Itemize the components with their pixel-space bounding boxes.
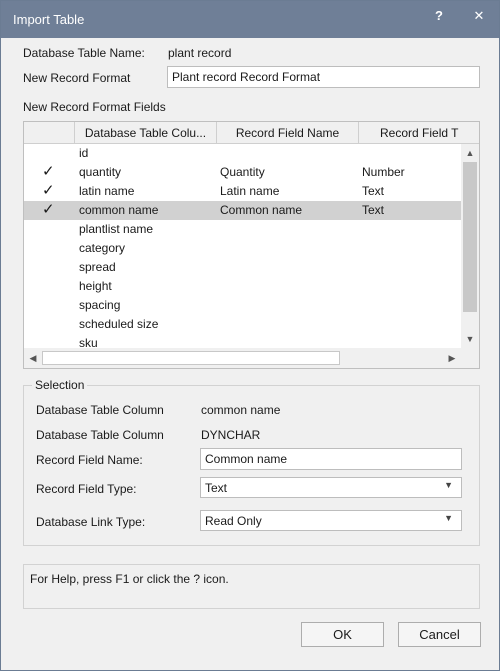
table-row[interactable]: spacing	[24, 296, 461, 315]
scrollbar-corner	[461, 348, 479, 368]
db-column-cell: plantlist name	[79, 222, 154, 236]
db-column-cell: common name	[79, 203, 159, 217]
table-row[interactable]: spread	[24, 258, 461, 277]
record-fields-grid[interactable]: Database Table Colu... Record Field Name…	[23, 121, 480, 369]
field-type-cell: Text	[362, 203, 385, 217]
check-icon[interactable]: ✓	[42, 181, 55, 199]
title-bar: Import Table ? ✕	[1, 1, 499, 38]
horizontal-scroll-thumb[interactable]	[42, 351, 340, 365]
check-icon[interactable]: ✓	[42, 200, 55, 218]
table-row-selected[interactable]: ✓ common name Common name Text	[24, 201, 461, 220]
column-header-db-column[interactable]: Database Table Colu...	[75, 122, 217, 144]
selection-groupbox: Selection Database Table Column common n…	[23, 378, 480, 546]
vertical-scrollbar[interactable]: ▲ ▼	[461, 144, 479, 348]
grid-rows: id ✓ quantity Quantity Number ✓ latin na…	[24, 144, 461, 353]
scroll-up-icon[interactable]: ▲	[461, 144, 479, 162]
record-field-type-value: Text	[205, 481, 228, 495]
field-name-cell: Common name	[220, 203, 303, 217]
table-row[interactable]: scheduled size	[24, 315, 461, 334]
db-column-cell: latin name	[79, 184, 135, 198]
chevron-down-icon: ▼	[444, 513, 453, 523]
db-column-cell: scheduled size	[79, 317, 159, 331]
table-row[interactable]: category	[24, 239, 461, 258]
field-name-cell: Quantity	[220, 165, 265, 179]
field-name-cell: Latin name	[220, 184, 280, 198]
new-record-format-label: New Record Format	[23, 71, 131, 85]
db-link-type-select[interactable]: Read Only ▼	[200, 510, 462, 531]
ok-button[interactable]: OK	[301, 622, 384, 647]
db-column-cell: spread	[79, 260, 116, 274]
db-link-type-value: Read Only	[205, 514, 262, 528]
db-column-cell: spacing	[79, 298, 121, 312]
record-field-type-label: Record Field Type:	[36, 482, 137, 496]
horizontal-scrollbar[interactable]: ◀ ▶	[24, 348, 461, 368]
fields-section-label: New Record Format Fields	[23, 100, 166, 114]
field-type-cell: Text	[362, 184, 385, 198]
record-field-name-label: Record Field Name:	[36, 453, 143, 467]
new-record-format-input[interactable]: Plant record Record Format	[167, 66, 480, 88]
grid-header: Database Table Colu... Record Field Name…	[24, 122, 479, 144]
help-box: For Help, press F1 or click the ? icon.	[23, 564, 480, 609]
import-table-dialog: Import Table ? ✕ Database Table Name: pl…	[0, 0, 500, 671]
vertical-scroll-thumb[interactable]	[463, 162, 477, 312]
table-row[interactable]: height	[24, 277, 461, 296]
db-column-cell: height	[79, 279, 112, 293]
scroll-left-icon[interactable]: ◀	[24, 349, 42, 367]
db-table-name-value: plant record	[168, 46, 232, 60]
db-column-value: common name	[201, 403, 281, 417]
db-column-type-value: DYNCHAR	[201, 428, 261, 442]
scroll-right-icon[interactable]: ▶	[443, 349, 461, 367]
table-row[interactable]: id	[24, 144, 461, 163]
chevron-down-icon: ▼	[444, 480, 453, 490]
table-row[interactable]: plantlist name	[24, 220, 461, 239]
selection-title: Selection	[32, 378, 88, 392]
scroll-down-icon[interactable]: ▼	[461, 330, 479, 348]
db-column-cell: quantity	[79, 165, 122, 179]
grid-header-check-column	[24, 122, 75, 144]
db-link-type-label: Database Link Type:	[36, 515, 146, 529]
table-row[interactable]: ✓ quantity Quantity Number	[24, 163, 461, 182]
db-column-cell: category	[79, 241, 126, 255]
db-table-name-label: Database Table Name:	[23, 46, 145, 60]
window-title: Import Table	[13, 12, 85, 27]
table-row[interactable]: ✓ latin name Latin name Text	[24, 182, 461, 201]
db-column-label: Database Table Column	[36, 403, 164, 417]
help-icon[interactable]: ?	[426, 5, 452, 27]
check-icon[interactable]: ✓	[42, 162, 55, 180]
cancel-button[interactable]: Cancel	[398, 622, 481, 647]
record-field-name-input[interactable]: Common name	[200, 448, 462, 470]
close-icon[interactable]: ✕	[466, 5, 492, 27]
field-type-cell: Number	[362, 165, 405, 179]
column-header-field-type[interactable]: Record Field T	[359, 122, 479, 144]
help-text: For Help, press F1 or click the ? icon.	[30, 572, 229, 586]
db-column-type-label: Database Table Column	[36, 428, 164, 442]
column-header-field-name[interactable]: Record Field Name	[217, 122, 359, 144]
record-field-type-select[interactable]: Text ▼	[200, 477, 462, 498]
db-column-cell: id	[79, 146, 89, 160]
